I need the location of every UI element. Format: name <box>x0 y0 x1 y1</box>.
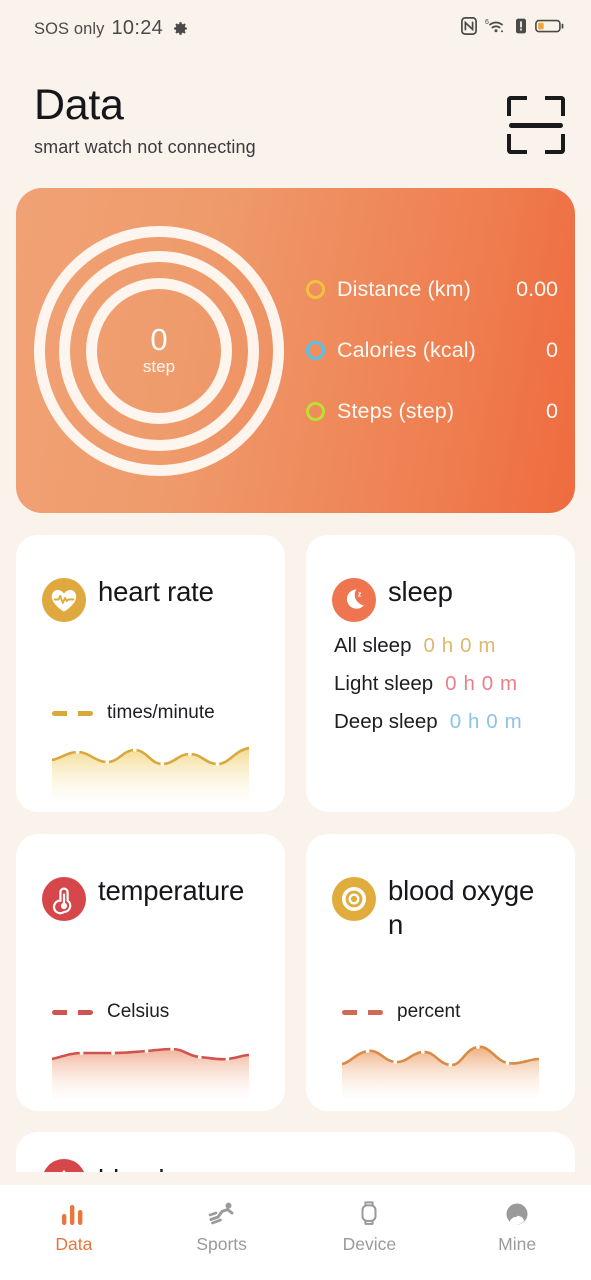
watch-icon <box>358 1197 380 1227</box>
sleep-row-light: Light sleep 0 h 0 m <box>334 672 575 696</box>
card-temperature-title: temperature <box>98 875 245 907</box>
app-screen: SOS only 10:24 6 Data smart watch not co… <box>0 0 591 1280</box>
sleep-value-deep: 0 h 0 m <box>449 710 523 734</box>
tab-device-label: Device <box>342 1233 397 1254</box>
card-heart-rate-header: heart rate <box>16 535 285 623</box>
card-heart-rate[interactable]: heart rate times/minute <box>16 535 285 813</box>
temperature-unit-label: Celsius <box>107 1001 170 1023</box>
card-blood-partial-title: blood <box>98 1163 164 1172</box>
legend-dash-icon <box>52 1009 93 1015</box>
card-blood-oxygen[interactable]: blood oxygen percent <box>306 834 575 1112</box>
legend-label-distance: Distance (km) <box>337 277 471 302</box>
tab-mine[interactable]: Mine <box>443 1197 591 1255</box>
thermometer-icon <box>42 877 86 922</box>
page-title: Data <box>34 81 124 129</box>
blood-oxygen-sparkline-chart <box>340 1037 541 1100</box>
legend-value-steps: 0 <box>546 399 558 424</box>
battery-low-icon <box>535 17 565 40</box>
header-text-block: Data smart watch not connecting <box>34 82 256 158</box>
sleep-label-deep: Deep sleep <box>334 710 438 734</box>
tab-data[interactable]: Data <box>0 1197 148 1255</box>
blood-oxygen-legend: percent <box>342 1001 460 1023</box>
sleep-label-all: All sleep <box>334 634 412 658</box>
sleep-row-all: All sleep 0 h 0 m <box>334 634 575 658</box>
tab-mine-label: Mine <box>498 1233 537 1254</box>
ring-marker-steps-icon <box>306 402 325 422</box>
card-sleep-header: z sleep <box>306 535 575 623</box>
tab-sports[interactable]: Sports <box>148 1197 296 1255</box>
card-temperature-header: temperature <box>16 834 285 922</box>
legend-dash-icon <box>342 1009 383 1015</box>
sleep-value-all: 0 h 0 m <box>423 634 497 658</box>
scan-icon[interactable] <box>507 96 565 154</box>
heart-rate-icon <box>42 578 86 623</box>
battery-alert-icon <box>515 17 527 40</box>
bullseye-icon <box>332 877 376 922</box>
status-bar-right: 6 <box>461 16 565 40</box>
tab-device[interactable]: Device <box>296 1197 444 1255</box>
sleep-row-deep: Deep sleep 0 h 0 m <box>334 710 575 734</box>
sleep-value-light: 0 h 0 m <box>445 672 518 696</box>
activity-summary-card[interactable]: 0 step Distance (km) 0.00 Calories (kcal… <box>16 188 575 514</box>
legend-row-distance: Distance (km) 0.00 <box>306 277 575 302</box>
legend-label-steps: Steps (step) <box>337 399 455 424</box>
svg-text:6: 6 <box>485 19 489 26</box>
heart-rate-legend: times/minute <box>52 702 215 724</box>
card-sleep-title: sleep <box>388 576 453 608</box>
legend-dash-icon <box>52 710 93 716</box>
blood-oxygen-unit-label: percent <box>397 1001 461 1023</box>
metric-card-grid-row-1: heart rate times/minute z sleep All slee… <box>16 535 575 813</box>
legend-value-calories: 0 <box>546 338 558 363</box>
bar-chart-icon <box>60 1197 88 1227</box>
legend-label-calories: Calories (kcal) <box>337 338 476 363</box>
runner-icon <box>207 1197 237 1227</box>
temperature-sparkline-chart <box>50 1037 251 1100</box>
card-blood-partial-header: blood <box>16 1132 575 1173</box>
card-heart-rate-title: heart rate <box>98 576 214 608</box>
nfc-icon <box>461 16 477 40</box>
gear-icon <box>172 20 189 37</box>
legend-row-calories: Calories (kcal) 0 <box>306 338 575 363</box>
sleep-metrics-list: All sleep 0 h 0 m Light sleep 0 h 0 m De… <box>306 622 575 734</box>
ring-center-text: 0 step <box>34 226 284 476</box>
step-count-value: 0 <box>150 322 168 358</box>
card-sleep[interactable]: z sleep All sleep 0 h 0 m Light sleep 0 … <box>306 535 575 813</box>
card-temperature[interactable]: temperature Celsius <box>16 834 285 1112</box>
wifi-6-icon: 6 <box>485 17 507 40</box>
legend-value-distance: 0.00 <box>516 277 558 302</box>
blood-drop-icon <box>42 1159 86 1173</box>
ring-marker-distance-icon <box>306 280 325 300</box>
heart-rate-unit-label: times/minute <box>107 702 215 724</box>
page-header: Data smart watch not connecting <box>0 56 591 158</box>
ring-marker-calories-icon <box>306 341 325 361</box>
metric-card-grid-row-2: temperature Celsius blood oxygen percent <box>16 834 575 1112</box>
person-icon <box>504 1197 530 1227</box>
card-blood-partial[interactable]: blood <box>16 1132 575 1173</box>
bottom-tab-bar: Data Sports Device Mine <box>0 1185 591 1280</box>
activity-legend: Distance (km) 0.00 Calories (kcal) 0 Ste… <box>284 277 575 424</box>
status-bar-left: SOS only 10:24 <box>34 17 189 40</box>
connection-status-label: smart watch not connecting <box>34 137 256 158</box>
svg-text:z: z <box>358 590 362 599</box>
tab-sports-label: Sports <box>196 1233 247 1254</box>
card-blood-oxygen-header: blood oxygen <box>306 834 575 941</box>
sleep-moon-icon: z <box>332 578 376 623</box>
clock-label: 10:24 <box>111 16 164 39</box>
card-blood-oxygen-title: blood oxygen <box>388 875 535 940</box>
temperature-legend: Celsius <box>52 1001 169 1023</box>
step-rings-graphic: 0 step <box>34 225 284 476</box>
legend-row-steps: Steps (step) 0 <box>306 399 575 424</box>
step-count-unit: step <box>142 357 176 377</box>
sleep-label-light: Light sleep <box>334 672 434 696</box>
card-blood-pressure-partial-wrapper: blood <box>16 1132 575 1173</box>
status-bar: SOS only 10:24 6 <box>0 0 591 56</box>
heart-rate-sparkline-chart <box>50 738 251 801</box>
tab-data-label: Data <box>55 1233 93 1254</box>
carrier-label: SOS only <box>34 19 105 38</box>
